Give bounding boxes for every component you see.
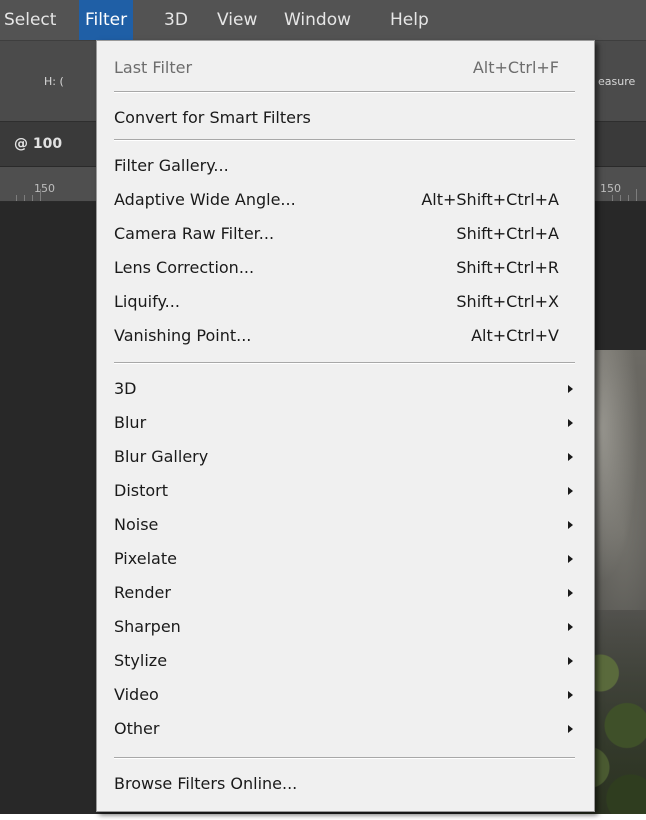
menu-item-label: Pixelate xyxy=(114,549,177,568)
submenu-arrow-icon xyxy=(568,555,573,563)
menu-item-shortcut: Alt+Shift+Ctrl+A xyxy=(421,190,559,209)
menu-select[interactable]: Select xyxy=(4,0,56,40)
photoshop-window: Select Filter 3D View Window Help H: ( e… xyxy=(0,0,646,820)
submenu-arrow-icon xyxy=(568,657,573,665)
menu-item-convert-smart-filters[interactable]: Convert for Smart Filters xyxy=(97,101,594,135)
ruler-label-left: 150 xyxy=(34,182,55,195)
ruler-tick xyxy=(620,195,621,201)
menu-item-adaptive-wide-angle[interactable]: Adaptive Wide Angle... Alt+Shift+Ctrl+A xyxy=(97,183,594,217)
menu-item-blur[interactable]: Blur xyxy=(97,406,594,440)
measure-label[interactable]: easure xyxy=(598,75,635,88)
menu-window[interactable]: Window xyxy=(284,0,351,40)
menu-item-label: Lens Correction... xyxy=(114,258,255,277)
menu-item-label: Adaptive Wide Angle... xyxy=(114,190,296,209)
ruler-tick xyxy=(636,189,637,201)
menu-item-label: Blur Gallery xyxy=(114,447,209,466)
menu-item-label: Video xyxy=(114,685,159,704)
menu-item-label: Browse Filters Online... xyxy=(114,774,298,793)
menu-item-label: Vanishing Point... xyxy=(114,326,252,345)
menu-item-blur-gallery[interactable]: Blur Gallery xyxy=(97,440,594,474)
menu-3d[interactable]: 3D xyxy=(164,0,188,40)
submenu-arrow-icon xyxy=(568,419,573,427)
menu-item-last-filter: Last Filter Alt+Ctrl+F xyxy=(97,51,594,85)
menu-item-render[interactable]: Render xyxy=(97,576,594,610)
ruler-tick xyxy=(32,195,33,201)
ruler-tick xyxy=(40,189,41,201)
menu-view[interactable]: View xyxy=(217,0,257,40)
submenu-arrow-icon xyxy=(568,385,573,393)
submenu-arrow-icon xyxy=(568,691,573,699)
ruler-tick xyxy=(628,195,629,201)
submenu-arrow-icon xyxy=(568,453,573,461)
menu-item-shortcut: Shift+Ctrl+X xyxy=(456,292,559,311)
menu-item-shortcut: Shift+Ctrl+A xyxy=(456,224,559,243)
menu-item-other[interactable]: Other xyxy=(97,712,594,746)
menu-item-stylize[interactable]: Stylize xyxy=(97,644,594,678)
menu-help[interactable]: Help xyxy=(390,0,429,40)
menu-separator xyxy=(114,362,575,364)
ruler-tick xyxy=(24,195,25,201)
menu-item-vanishing-point[interactable]: Vanishing Point... Alt+Ctrl+V xyxy=(97,319,594,353)
menu-item-label: 3D xyxy=(114,379,137,398)
menu-item-camera-raw-filter[interactable]: Camera Raw Filter... Shift+Ctrl+A xyxy=(97,217,594,251)
menu-item-label: Noise xyxy=(114,515,159,534)
menu-item-label: Last Filter xyxy=(114,58,193,77)
menu-item-lens-correction[interactable]: Lens Correction... Shift+Ctrl+R xyxy=(97,251,594,285)
menu-item-noise[interactable]: Noise xyxy=(97,508,594,542)
submenu-arrow-icon xyxy=(568,521,573,529)
menu-bar: Select Filter 3D View Window Help xyxy=(0,0,646,41)
height-field-label[interactable]: H: ( xyxy=(44,75,64,88)
menu-item-shortcut: Alt+Ctrl+F xyxy=(472,58,559,77)
menu-item-distort[interactable]: Distort xyxy=(97,474,594,508)
menu-item-label: Camera Raw Filter... xyxy=(114,224,275,243)
menu-item-pixelate[interactable]: Pixelate xyxy=(97,542,594,576)
menu-item-shortcut: Alt+Ctrl+V xyxy=(471,326,559,345)
ruler-tick xyxy=(612,195,613,201)
menu-item-label: Convert for Smart Filters xyxy=(114,108,311,127)
menu-item-label: Stylize xyxy=(114,651,168,670)
menu-item-liquify[interactable]: Liquify... Shift+Ctrl+X xyxy=(97,285,594,319)
menu-item-label: Other xyxy=(114,719,160,738)
menu-item-browse-filters-online[interactable]: Browse Filters Online... xyxy=(97,767,594,801)
ruler-label-right: 150 xyxy=(600,182,621,195)
menu-item-label: Filter Gallery... xyxy=(114,156,229,175)
menu-item-3d[interactable]: 3D xyxy=(97,372,594,406)
menu-item-shortcut: Shift+Ctrl+R xyxy=(456,258,559,277)
menu-item-label: Liquify... xyxy=(114,292,180,311)
menu-item-label: Distort xyxy=(114,481,169,500)
menu-item-label: Blur xyxy=(114,413,147,432)
menu-item-label: Render xyxy=(114,583,171,602)
bottom-edge xyxy=(0,814,646,820)
submenu-arrow-icon xyxy=(568,487,573,495)
ruler-tick xyxy=(16,195,17,201)
menu-item-sharpen[interactable]: Sharpen xyxy=(97,610,594,644)
menu-separator xyxy=(114,757,575,759)
menu-filter[interactable]: Filter xyxy=(79,0,134,40)
menu-separator xyxy=(114,139,575,141)
filter-menu: Last Filter Alt+Ctrl+F Convert for Smart… xyxy=(96,40,595,812)
submenu-arrow-icon xyxy=(568,623,573,631)
menu-item-filter-gallery[interactable]: Filter Gallery... xyxy=(97,149,594,183)
menu-item-label: Sharpen xyxy=(114,617,181,636)
submenu-arrow-icon xyxy=(568,589,573,597)
submenu-arrow-icon xyxy=(568,725,573,733)
menu-item-video[interactable]: Video xyxy=(97,678,594,712)
document-tab-label: @ 100 xyxy=(14,136,63,152)
menu-separator xyxy=(114,91,575,93)
